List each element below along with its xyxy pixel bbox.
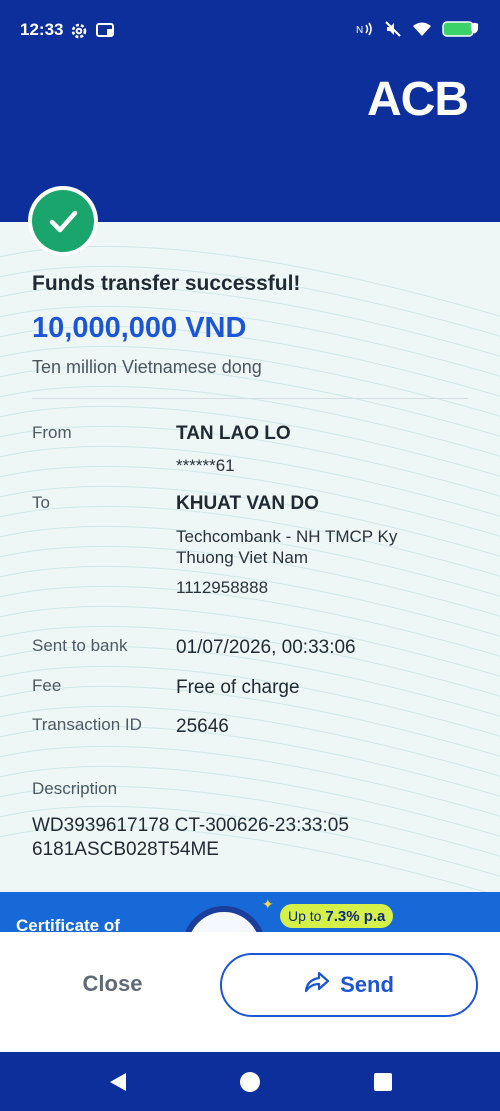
close-button[interactable]: Close [30, 952, 195, 1016]
promo-rate-prefix: Up to [288, 908, 322, 924]
nfc-icon: N [356, 21, 374, 42]
sender-account: ******61 [176, 456, 235, 475]
promo-graphic-icon [182, 906, 266, 932]
screen-share-icon [96, 22, 116, 45]
share-icon [304, 971, 330, 999]
action-bar: Close Send [0, 932, 500, 1052]
mute-icon [384, 20, 402, 43]
transaction-id-value: 25646 [176, 716, 229, 737]
page-title: Funds transfer successful! [32, 272, 301, 295]
sent-to-bank-value: 01/07/2026, 00:33:06 [176, 637, 356, 658]
sent-to-bank-label: Sent to bank [32, 636, 128, 655]
wifi-icon [412, 21, 432, 42]
back-icon[interactable] [106, 1070, 130, 1094]
fee-value: Free of charge [176, 677, 300, 698]
battery-icon [442, 20, 482, 43]
fee-label: Fee [32, 676, 62, 695]
promo-rate-value: 7.3% p.a [325, 908, 386, 925]
recipient-account: 1112958888 [176, 578, 269, 597]
amount-in-words: Ten million Vietnamese dong [32, 357, 262, 377]
success-badge [28, 186, 98, 256]
recipient-name: KHUAT VAN DO [176, 493, 319, 514]
to-label: To [32, 493, 50, 512]
svg-text:N: N [356, 25, 363, 36]
promo-banner[interactable]: Certificate of ✦ [0, 892, 500, 932]
recipient-bank-line1: Techcombank - NH TMCP Ky [176, 527, 398, 546]
description-label: Description [32, 779, 118, 798]
transaction-id-label: Transaction ID [32, 715, 142, 734]
description-value: WD3939617178 CT-300626-23:33:05 6181ASCB… [32, 814, 472, 862]
promo-rate-badge: Up to 7.3% p.a [280, 904, 394, 928]
promo-text: Certificate of [16, 916, 120, 932]
description-line1: WD3939617178 CT-300626-23:33:05 [32, 815, 349, 836]
navigation-bar [0, 1052, 500, 1111]
sparkle-icon: ✦ [262, 896, 274, 912]
recents-icon[interactable] [371, 1070, 395, 1094]
from-label: From [32, 423, 72, 442]
brand-logo: ACB [367, 73, 469, 126]
gear-icon [70, 22, 88, 45]
transfer-amount: 10,000,000 VND [32, 312, 247, 344]
description-line2: 6181ASCB028T54ME [32, 839, 219, 860]
send-label: Send [340, 972, 394, 997]
divider [32, 398, 468, 399]
sender-name: TAN LAO LO [176, 423, 291, 444]
send-button[interactable]: Send [220, 953, 478, 1017]
status-bar: 12:33 N [0, 0, 500, 60]
recipient-bank-line2: Thuong Viet Nam [176, 548, 308, 567]
home-icon[interactable] [238, 1070, 262, 1094]
status-time: 12:33 [20, 20, 64, 39]
checkmark-icon [32, 190, 94, 252]
